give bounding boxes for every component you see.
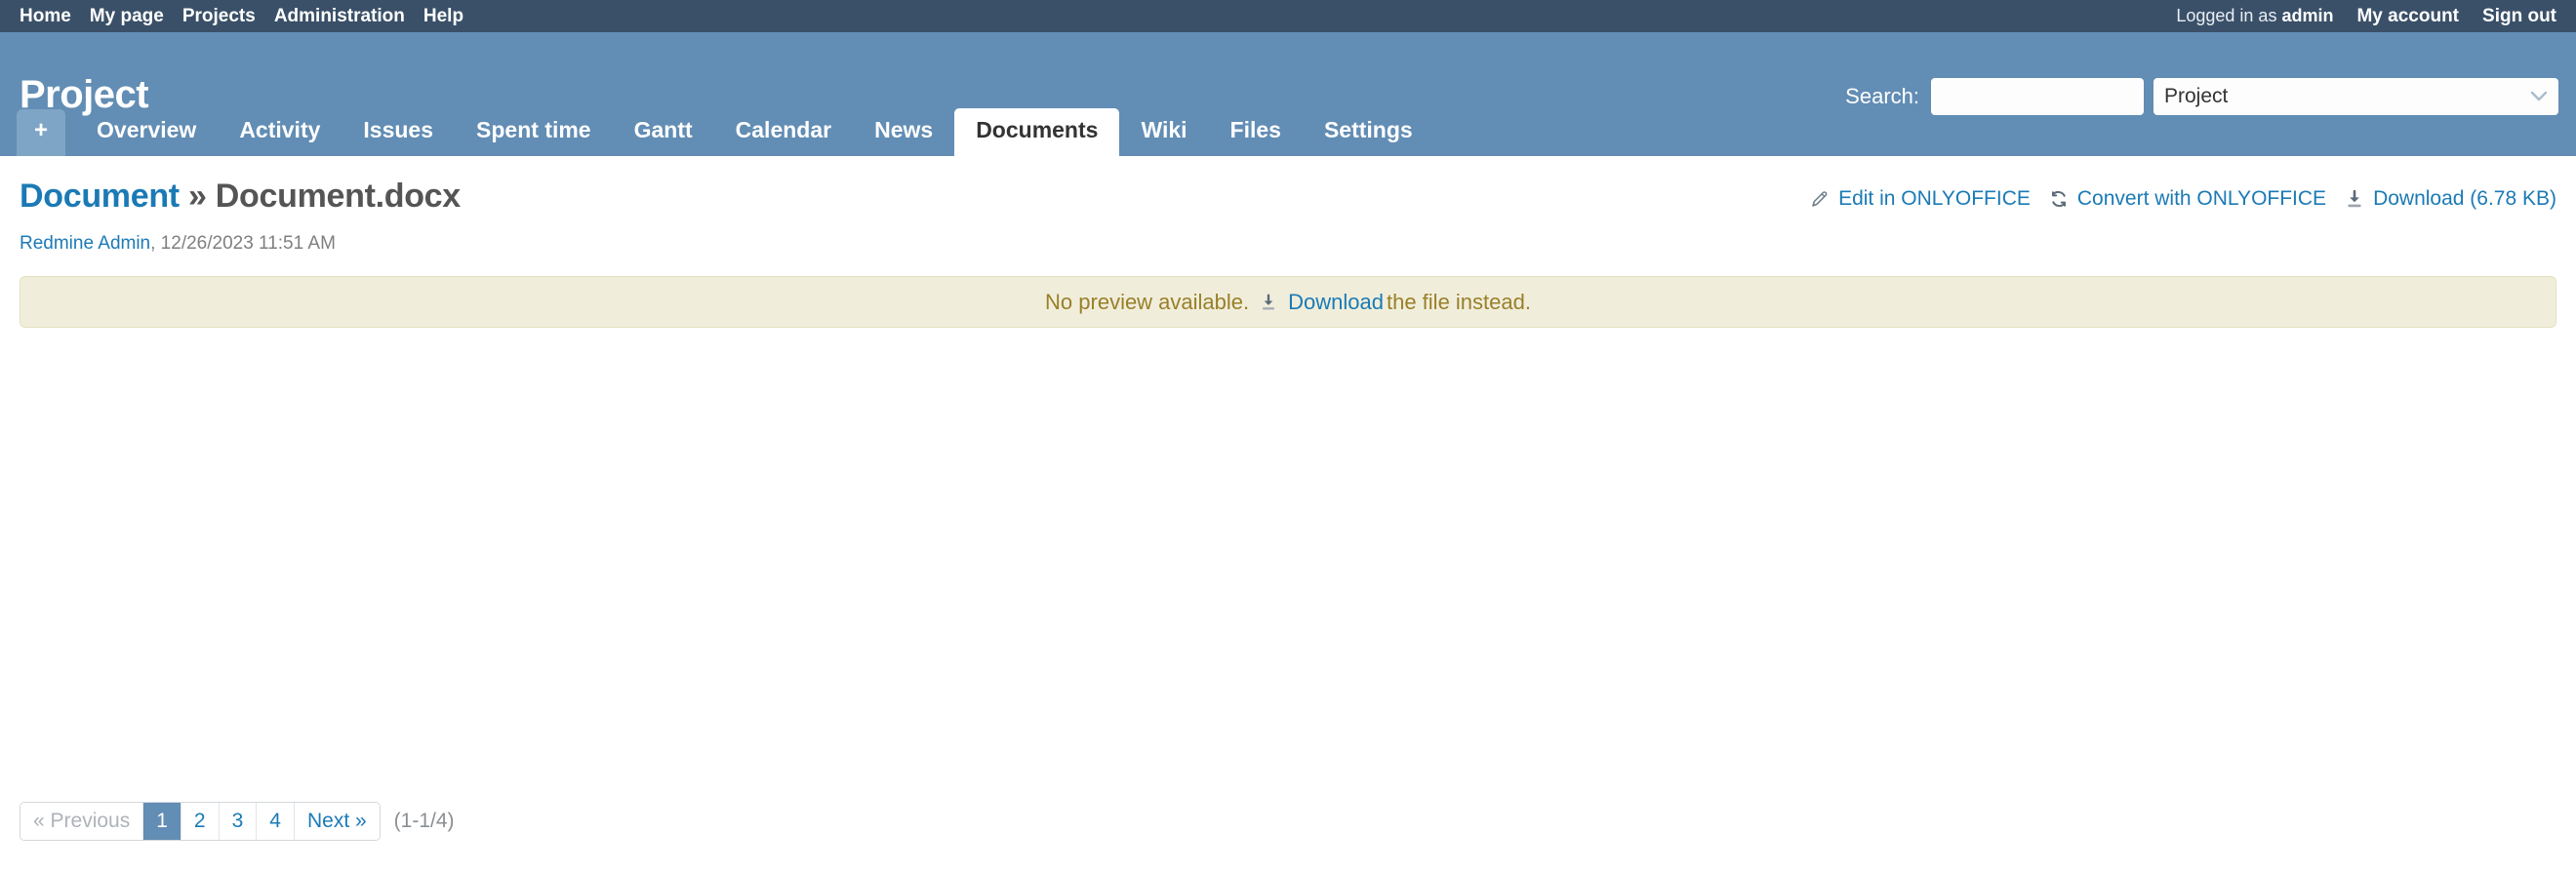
edit-in-onlyoffice-label: Edit in ONLYOFFICE xyxy=(1838,187,2031,210)
tab-settings[interactable]: Settings xyxy=(1303,108,1434,156)
add-new-button[interactable]: + xyxy=(17,109,66,156)
pagination: « Previous 1 2 3 4 Next » xyxy=(20,802,381,841)
convert-with-onlyoffice-link[interactable]: Convert with ONLYOFFICE xyxy=(2048,187,2326,211)
author-link[interactable]: Redmine Admin xyxy=(20,233,150,254)
download-icon-notice xyxy=(1259,293,1278,312)
tab-overview[interactable]: Overview xyxy=(75,108,218,156)
logged-in-prefix: Logged in as xyxy=(2176,6,2277,25)
username-link[interactable]: admin xyxy=(2281,6,2333,25)
page-title: Document » Document.docx xyxy=(20,178,461,216)
convert-icon xyxy=(2048,188,2070,210)
pagination-area: « Previous 1 2 3 4 Next » (1-1/4) xyxy=(20,802,455,841)
breadcrumb-parent-link[interactable]: Document xyxy=(20,178,180,215)
global-nav: Home My page Projects Administration Hel… xyxy=(20,6,463,27)
nav-link-administration[interactable]: Administration xyxy=(274,6,405,27)
tab-files[interactable]: Files xyxy=(1209,108,1303,156)
download-link[interactable]: Download (6.78 KB) xyxy=(2344,187,2556,211)
pagination-info: (1-1/4) xyxy=(393,810,455,832)
my-account-link[interactable]: My account xyxy=(2356,6,2459,27)
download-icon xyxy=(2344,188,2365,210)
tab-spent-time[interactable]: Spent time xyxy=(455,108,613,156)
nav-link-home[interactable]: Home xyxy=(20,6,71,27)
tab-activity[interactable]: Activity xyxy=(218,108,342,156)
pagination-page-1[interactable]: 1 xyxy=(143,803,181,840)
tab-calendar[interactable]: Calendar xyxy=(714,108,853,156)
nav-link-projects[interactable]: Projects xyxy=(182,6,256,27)
sign-out-link[interactable]: Sign out xyxy=(2482,6,2556,27)
nav-link-my-page[interactable]: My page xyxy=(90,6,164,27)
convert-with-onlyoffice-label: Convert with ONLYOFFICE xyxy=(2076,187,2327,210)
notice-download-link[interactable]: Download xyxy=(1288,290,1384,315)
pagination-page-2[interactable]: 2 xyxy=(181,803,220,840)
edit-in-onlyoffice-link[interactable]: Edit in ONLYOFFICE xyxy=(1809,187,2031,211)
breadcrumb-separator: » xyxy=(188,178,207,215)
document-title-row: Document » Document.docx Edit in ONLYOFF… xyxy=(20,156,2556,216)
pagination-previous: « Previous xyxy=(20,803,144,840)
pagination-next[interactable]: Next » xyxy=(294,803,380,840)
pagination-page-4[interactable]: 4 xyxy=(257,803,295,840)
document-author-line: Redmine Admin, 12/26/2023 11:51 AM xyxy=(20,233,2556,255)
tab-documents[interactable]: Documents xyxy=(954,108,1120,156)
pencil-icon xyxy=(1809,188,1831,210)
top-account-bar: Home My page Projects Administration Hel… xyxy=(0,0,2576,32)
tab-gantt[interactable]: Gantt xyxy=(613,108,714,156)
no-preview-notice: No preview available. Download the file … xyxy=(20,276,2556,329)
notice-message: No preview available. xyxy=(1045,289,1250,314)
content-area: Document » Document.docx Edit in ONLYOFF… xyxy=(0,156,2576,873)
tab-news[interactable]: News xyxy=(853,108,954,156)
pagination-page-3[interactable]: 3 xyxy=(219,803,258,840)
account-nav: Logged in as admin My account Sign out xyxy=(2176,6,2556,27)
nav-link-help[interactable]: Help xyxy=(423,6,463,27)
logged-in-status: Logged in as admin xyxy=(2176,6,2333,26)
document-filename: Document.docx xyxy=(215,178,461,215)
tab-issues[interactable]: Issues xyxy=(342,108,455,156)
project-header: Project Search: Project + Overview Activ… xyxy=(0,32,2576,156)
chevron-down-icon xyxy=(2530,89,2548,105)
document-actions: Edit in ONLYOFFICE Convert with ONLYOFFI… xyxy=(1809,178,2556,211)
notice-suffix: the file instead. xyxy=(1386,289,1531,314)
project-tab-bar: + Overview Activity Issues Spent time Ga… xyxy=(0,103,2576,156)
tab-wiki[interactable]: Wiki xyxy=(1119,108,1208,156)
download-label: Download (6.78 KB) xyxy=(2373,187,2556,210)
document-timestamp: , 12/26/2023 11:51 AM xyxy=(150,233,336,255)
